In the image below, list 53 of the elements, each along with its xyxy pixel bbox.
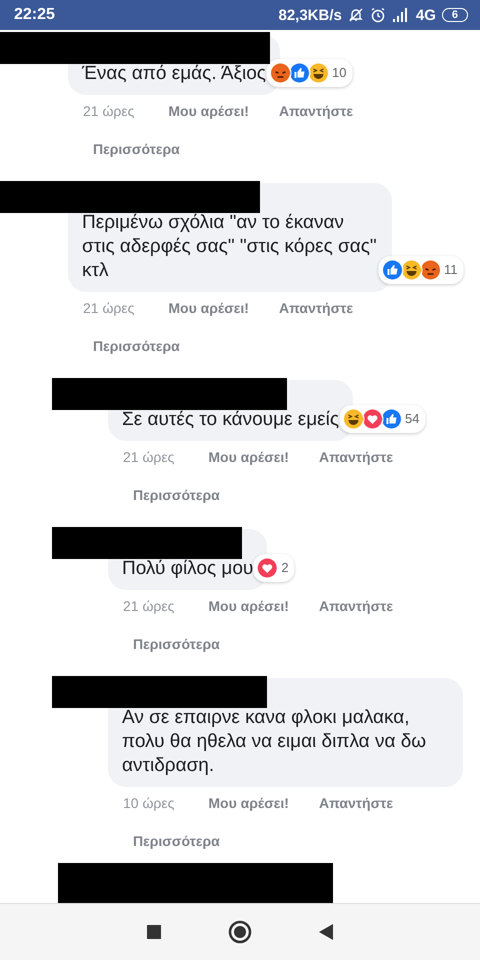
reply-link[interactable]: Απαντήστε [318, 598, 394, 614]
alarm-clock-icon [370, 7, 386, 23]
laughing-face-icon [400, 259, 422, 281]
battery-indicator: 6 [442, 8, 468, 22]
comment-text: Αν σε επαιρνε κανα φλοκι μαλακα, πολυ θα ηθελα να ειμαι διπλα να δω αντιδραση. [122, 706, 428, 778]
thumbs-up-icon [381, 259, 403, 281]
like-link[interactable]: Μου αρέσει! [208, 598, 289, 614]
more-link[interactable]: Περισσότερα [133, 487, 480, 503]
reactions-pill[interactable]: 11 [378, 256, 464, 284]
network-type: 4G [416, 6, 436, 24]
reaction-count: 11 [444, 261, 458, 279]
network-speed: 82,3KB/s [278, 6, 342, 24]
comment-text: Σε αυτές το κάνουμε εμείς [122, 408, 340, 432]
comment-time: 21 ώρες [83, 103, 134, 119]
comment-time: 21 ώρες [123, 449, 174, 465]
more-link[interactable]: Περισσότερα [133, 636, 480, 652]
angry-face-icon [268, 62, 291, 84]
reply-link[interactable]: Απαντήστε [278, 103, 354, 119]
reply-link[interactable]: Απαντήστε [278, 300, 354, 316]
like-link[interactable]: Μου αρέσει! [208, 795, 289, 811]
heart-icon [361, 408, 384, 430]
like-link[interactable]: Μου αρέσει! [168, 300, 249, 316]
thumbs-up-icon [380, 408, 402, 430]
angry-face-icon [419, 259, 441, 281]
comment-time: 21 ώρες [123, 598, 174, 614]
comment-text: Ένας από εμάς. Άξιος [82, 62, 266, 86]
reply-link[interactable]: Απαντήστε [318, 449, 394, 465]
laughing-face-icon [306, 62, 329, 84]
comment-text: Περιμένω σχόλια "αν το έκαναν στις αδερφές σας" "στις κόρες σας" κτλ [82, 211, 378, 283]
more-link[interactable]: Περισσότερα [93, 141, 480, 157]
comment-text: Πολύ φίλος μου [122, 557, 254, 581]
comment-time: 10 ώρες [123, 795, 174, 811]
more-link[interactable]: Περισσότερα [93, 338, 480, 354]
reaction-count: 10 [332, 64, 346, 82]
muted-bell-icon [348, 7, 364, 23]
laughing-face-icon [342, 408, 364, 430]
reaction-count: 54 [405, 410, 420, 428]
thumbs-up-icon [288, 62, 310, 84]
comment-time: 21 ώρες [83, 300, 134, 316]
reactions-pill[interactable]: 10 [266, 59, 352, 87]
heart-icon [256, 557, 278, 579]
like-link[interactable]: Μου αρέσει! [168, 103, 249, 119]
more-link[interactable]: Περισσότερα [133, 833, 480, 849]
signal-icon [392, 8, 410, 22]
square-icon[interactable] [146, 924, 162, 940]
reaction-count: 2 [281, 559, 289, 577]
clock: 22:25 [14, 6, 55, 24]
like-link[interactable]: Μου αρέσει! [208, 449, 289, 465]
home-circle-icon[interactable] [228, 920, 252, 944]
reactions-pill[interactable]: 2 [253, 554, 295, 582]
reactions-pill[interactable]: 54 [339, 405, 426, 433]
reply-link[interactable]: Απαντήστε [318, 795, 394, 811]
back-triangle-icon[interactable] [318, 923, 334, 941]
